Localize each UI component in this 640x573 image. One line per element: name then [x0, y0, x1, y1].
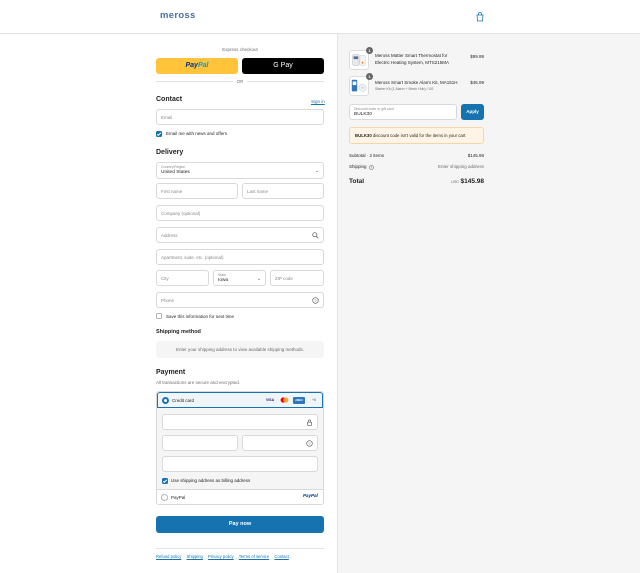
save-info-checkbox[interactable]	[156, 313, 162, 319]
help-icon[interactable]: ?	[369, 164, 374, 170]
expiration-field[interactable]	[162, 435, 238, 451]
help-icon[interactable]: ?	[306, 440, 313, 447]
refund-policy-link[interactable]: Refund policy	[156, 554, 181, 559]
total-value: $145.98	[460, 177, 485, 185]
terms-link[interactable]: Terms of service	[239, 554, 269, 559]
svg-text:?: ?	[371, 165, 373, 169]
product-image	[349, 50, 369, 70]
first-name-field[interactable]: First name	[156, 183, 238, 199]
item-variant: Starter Kit (1 Alarm + Mesh Hub) / US	[375, 87, 434, 91]
header: meross	[0, 0, 640, 34]
billing-address-label: Use shipping address as billing address	[171, 478, 251, 483]
chevron-down-icon: ⌄	[256, 276, 261, 282]
mastercard-icon	[280, 397, 289, 403]
sign-in-link[interactable]: Sign in	[311, 99, 325, 104]
search-icon	[312, 232, 319, 239]
shopping-bag-icon[interactable]	[475, 12, 485, 22]
paypal-radio[interactable]	[161, 494, 168, 501]
paypal-express-button[interactable]: PayPal	[156, 58, 238, 74]
last-name-field[interactable]: Last name	[242, 183, 324, 199]
delivery-heading: Delivery	[156, 149, 184, 156]
quantity-badge: 1	[366, 47, 373, 54]
shipping-method-heading: Shipping method	[156, 329, 201, 335]
apply-discount-button[interactable]: Apply	[461, 104, 484, 120]
item-price: $45.99	[470, 80, 484, 85]
discount-warning: BULK30 discount code isn't valid for the…	[349, 127, 484, 144]
item-name: Meross Matter Smart Thermostat for Elect…	[375, 53, 450, 65]
company-field[interactable]: Company (optional)	[156, 205, 324, 221]
country-select[interactable]: Country/Region United States ⌄	[156, 162, 324, 179]
phone-field[interactable]: Phone ?	[156, 292, 324, 308]
total-label: Total	[349, 178, 365, 185]
contact-heading: Contact	[156, 96, 183, 103]
zip-field[interactable]: ZIP code	[270, 270, 324, 286]
product-image	[349, 76, 369, 96]
privacy-policy-link[interactable]: Privacy policy	[208, 554, 234, 559]
shipping-method-message: Enter your shipping address to view avai…	[156, 341, 324, 358]
payment-methods: Credit card VISA AMEX +5 ? Use shipping …	[156, 391, 324, 505]
paypal-option-label[interactable]: PayPal	[171, 495, 185, 500]
apartment-field[interactable]: Apartment, suite, etc. (optional)	[156, 249, 324, 265]
billing-address-checkbox[interactable]	[162, 478, 168, 484]
subtotal-value: $145.98	[467, 153, 484, 158]
credit-card-radio[interactable]	[162, 397, 169, 404]
news-checkbox-label: Email me with news and offers	[166, 131, 227, 136]
svg-text:?: ?	[308, 442, 310, 446]
amex-icon: AMEX	[293, 396, 305, 404]
payment-heading: Payment	[156, 369, 186, 376]
item-name: Meross Smart Smoke Alarm Kit, MA151H	[375, 80, 458, 85]
express-checkout-label: Express checkout	[222, 47, 258, 52]
google-pay-button[interactable]: G Pay	[242, 58, 324, 74]
subtotal-label: Subtotal · 2 items	[349, 153, 385, 158]
shipping-value: Enter shipping address	[437, 164, 484, 169]
help-icon[interactable]: ?	[312, 297, 319, 304]
divider	[156, 548, 324, 549]
shipping-link[interactable]: Shipping	[187, 554, 203, 559]
paypal-logo: PayPal	[303, 493, 318, 498]
pay-now-button[interactable]: Pay now	[156, 516, 324, 533]
card-details-form: ? Use shipping address as billing addres…	[157, 408, 323, 490]
city-field[interactable]: City	[156, 270, 209, 286]
visa-icon: VISA	[266, 398, 275, 402]
name-on-card-field[interactable]	[162, 456, 318, 472]
shipping-label: Shipping	[349, 164, 367, 169]
discount-code-field[interactable]: Discount code or gift card BULK30	[349, 104, 457, 120]
more-brands-label: +5	[312, 398, 316, 402]
state-select[interactable]: State Iowa ⌄	[213, 270, 266, 286]
address-field[interactable]: Address	[156, 227, 324, 243]
quantity-badge: 1	[366, 73, 373, 80]
contact-link[interactable]: Contact	[274, 554, 288, 559]
brand-logo[interactable]: meross	[160, 10, 196, 21]
footer-links: Refund policy Shipping Privacy policy Te…	[156, 554, 293, 559]
svg-text:?: ?	[314, 299, 316, 303]
save-info-label: Save this information for next time	[166, 314, 235, 319]
or-divider-label: OR	[233, 79, 247, 84]
credit-card-option[interactable]: Credit card VISA AMEX +5	[157, 392, 323, 408]
chevron-down-icon: ⌄	[314, 168, 319, 174]
lock-icon	[307, 419, 312, 426]
security-code-field[interactable]: ?	[242, 435, 318, 451]
payment-subtitle: All transactions are secure and encrypte…	[156, 380, 241, 385]
credit-card-label: Credit card	[172, 398, 195, 403]
card-number-field[interactable]	[162, 414, 318, 430]
news-checkbox[interactable]	[156, 131, 162, 137]
email-field[interactable]: Email	[156, 109, 324, 125]
item-price: $99.99	[470, 54, 484, 59]
